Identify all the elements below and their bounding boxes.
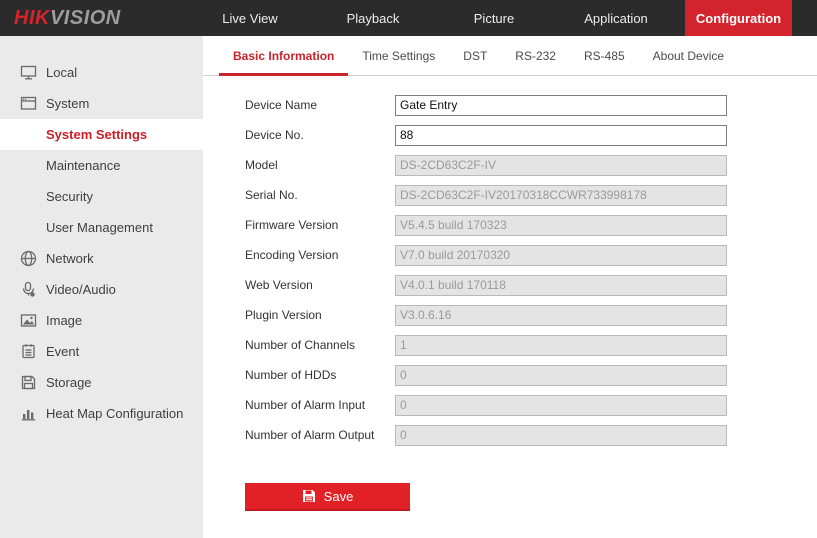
number-of-alarm-output-label: Number of Alarm Output: [245, 428, 395, 442]
sidebar-item-heat-map-configuration[interactable]: Heat Map Configuration: [0, 398, 203, 429]
form-row: Encoding Version: [203, 240, 817, 270]
device-name-input[interactable]: [395, 95, 727, 116]
basic-information-form: Device Name Device No. Model Serial No. …: [203, 90, 817, 511]
web-version-label: Web Version: [245, 278, 395, 292]
sidebar-item-label: Event: [46, 344, 79, 359]
sidebar-item-user-management[interactable]: User Management: [0, 212, 203, 243]
encoding-version-field: [395, 245, 727, 266]
sidebar-item-event[interactable]: Event: [0, 336, 203, 367]
content-panel: Basic Information Time Settings DST RS-2…: [203, 36, 817, 538]
logo-vision: VISION: [50, 7, 121, 30]
sidebar-item-label: System Settings: [46, 127, 147, 142]
tab-about-device[interactable]: About Device: [639, 49, 738, 75]
logo-hik: HIK: [14, 7, 50, 30]
sidebar-item-label: Storage: [46, 375, 92, 390]
nav-picture[interactable]: Picture: [444, 0, 544, 36]
sidebar-item-label: Heat Map Configuration: [46, 406, 183, 421]
form-row: Device No.: [203, 120, 817, 150]
tab-rs-232[interactable]: RS-232: [501, 49, 570, 75]
bar-chart-icon: [20, 405, 37, 422]
device-no-label: Device No.: [245, 128, 395, 142]
sidebar-item-label: Image: [46, 313, 82, 328]
calendar-icon: [20, 343, 37, 360]
device-name-label: Device Name: [245, 98, 395, 112]
web-version-field: [395, 275, 727, 296]
tab-rs-485[interactable]: RS-485: [570, 49, 639, 75]
tab-basic-information[interactable]: Basic Information: [219, 49, 348, 75]
number-of-hdds-field: [395, 365, 727, 386]
firmware-version-field: [395, 215, 727, 236]
form-row: Number of HDDs: [203, 360, 817, 390]
number-of-channels-field: [395, 335, 727, 356]
plugin-version-label: Plugin Version: [245, 308, 395, 322]
nav-playback[interactable]: Playback: [323, 0, 423, 36]
form-row: Number of Alarm Output: [203, 420, 817, 450]
tab-bar: Basic Information Time Settings DST RS-2…: [203, 36, 817, 76]
device-no-input[interactable]: [395, 125, 727, 146]
sidebar-item-label: System: [46, 96, 89, 111]
serial-no-label: Serial No.: [245, 188, 395, 202]
encoding-version-label: Encoding Version: [245, 248, 395, 262]
tab-time-settings[interactable]: Time Settings: [348, 49, 449, 75]
sidebar-item-label: Maintenance: [46, 158, 120, 173]
form-row: Number of Alarm Input: [203, 390, 817, 420]
save-button-label: Save: [324, 489, 354, 504]
sidebar-item-image[interactable]: Image: [0, 305, 203, 336]
sidebar-item-label: Security: [46, 189, 93, 204]
sidebar-item-network[interactable]: Network: [0, 243, 203, 274]
number-of-alarm-input-field: [395, 395, 727, 416]
model-label: Model: [245, 158, 395, 172]
sidebar-item-storage[interactable]: Storage: [0, 367, 203, 398]
number-of-hdds-label: Number of HDDs: [245, 368, 395, 382]
form-row: Model: [203, 150, 817, 180]
number-of-channels-label: Number of Channels: [245, 338, 395, 352]
sidebar-item-system[interactable]: System: [0, 88, 203, 119]
sidebar-item-label: User Management: [46, 220, 153, 235]
monitor-icon: [20, 64, 37, 81]
form-row: Number of Channels: [203, 330, 817, 360]
disk-icon: [20, 374, 37, 391]
save-button[interactable]: Save: [245, 483, 410, 511]
top-bar: HIKVISION Live View Playback Picture App…: [0, 0, 817, 36]
form-row: Serial No.: [203, 180, 817, 210]
number-of-alarm-output-field: [395, 425, 727, 446]
sidebar-item-label: Local: [46, 65, 77, 80]
sidebar-item-system-settings[interactable]: System Settings: [0, 119, 203, 150]
nav-application[interactable]: Application: [564, 0, 668, 36]
window-icon: [20, 95, 37, 112]
form-row: Plugin Version: [203, 300, 817, 330]
floppy-disk-icon: [302, 489, 316, 503]
form-row: Device Name: [203, 90, 817, 120]
form-row: Firmware Version: [203, 210, 817, 240]
sidebar-item-maintenance[interactable]: Maintenance: [0, 150, 203, 181]
picture-icon: [20, 312, 37, 329]
sidebar: Local System System Settings Maintenance…: [0, 36, 203, 538]
sidebar-item-label: Network: [46, 251, 94, 266]
microphone-icon: [20, 281, 37, 298]
serial-no-field: [395, 185, 727, 206]
sidebar-item-label: Video/Audio: [46, 282, 116, 297]
tab-dst[interactable]: DST: [449, 49, 501, 75]
form-row: Web Version: [203, 270, 817, 300]
hikvision-logo: HIKVISION: [14, 0, 121, 36]
sidebar-item-security[interactable]: Security: [0, 181, 203, 212]
number-of-alarm-input-label: Number of Alarm Input: [245, 398, 395, 412]
nav-configuration[interactable]: Configuration: [685, 0, 792, 36]
nav-live-view[interactable]: Live View: [200, 0, 300, 36]
plugin-version-field: [395, 305, 727, 326]
sidebar-item-video-audio[interactable]: Video/Audio: [0, 274, 203, 305]
sidebar-item-local[interactable]: Local: [0, 57, 203, 88]
model-field: [395, 155, 727, 176]
globe-icon: [20, 250, 37, 267]
firmware-version-label: Firmware Version: [245, 218, 395, 232]
